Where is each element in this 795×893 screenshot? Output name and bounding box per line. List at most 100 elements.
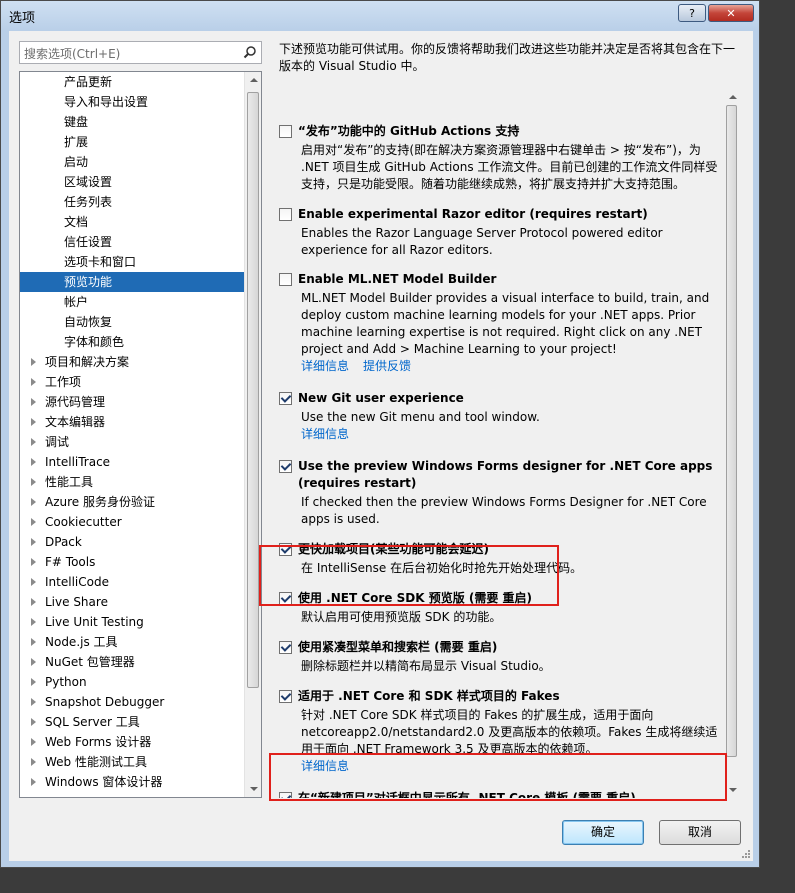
- title-bar[interactable]: 选项 ? ✕: [1, 1, 759, 31]
- scroll-up-icon[interactable]: [729, 95, 737, 99]
- feature-checkbox[interactable]: [279, 641, 292, 654]
- feature-description: Enables the Razor Language Server Protoc…: [301, 226, 663, 257]
- tree-item[interactable]: NuGet 包管理器: [20, 652, 244, 672]
- tree-item[interactable]: DPack: [20, 532, 244, 552]
- expand-arrow-icon[interactable]: [31, 438, 36, 446]
- tree-item[interactable]: SQL Server 工具: [20, 712, 244, 732]
- tree-item[interactable]: 文档: [20, 212, 244, 232]
- scroll-thumb[interactable]: [726, 105, 737, 757]
- expand-arrow-icon[interactable]: [31, 678, 36, 686]
- tree-item[interactable]: 启动: [20, 152, 244, 172]
- tree-item[interactable]: 信任设置: [20, 232, 244, 252]
- scroll-up-icon[interactable]: [250, 78, 258, 82]
- tree-item-label: IntelliCode: [45, 575, 109, 589]
- tree-item[interactable]: 扩展: [20, 132, 244, 152]
- feature-title[interactable]: Enable ML.NET Model Builder: [298, 271, 726, 288]
- tree-item[interactable]: 项目和解决方案: [20, 352, 244, 372]
- expand-arrow-icon[interactable]: [31, 538, 36, 546]
- tree-item-label: DPack: [45, 535, 82, 549]
- feature-checkbox[interactable]: [279, 690, 292, 703]
- feature-checkbox[interactable]: [279, 460, 292, 473]
- tree-item[interactable]: 字体和颜色: [20, 332, 244, 352]
- tree-item[interactable]: IntelliCode: [20, 572, 244, 592]
- expand-arrow-icon[interactable]: [31, 478, 36, 486]
- expand-arrow-icon[interactable]: [31, 458, 36, 466]
- expand-arrow-icon[interactable]: [31, 638, 36, 646]
- expand-arrow-icon[interactable]: [31, 598, 36, 606]
- scroll-down-icon[interactable]: [729, 788, 737, 792]
- feature-checkbox[interactable]: [279, 273, 292, 286]
- ok-button[interactable]: 确定: [562, 820, 644, 845]
- tree-item[interactable]: Cookiecutter: [20, 512, 244, 532]
- expand-arrow-icon[interactable]: [31, 418, 36, 426]
- highlight-box: [259, 545, 559, 606]
- expand-arrow-icon[interactable]: [31, 378, 36, 386]
- expand-arrow-icon[interactable]: [31, 578, 36, 586]
- features-scrollbar[interactable]: [724, 89, 740, 798]
- search-input[interactable]: 搜索选项(Ctrl+E): [19, 41, 262, 64]
- resize-grip-icon[interactable]: [741, 849, 751, 859]
- expand-arrow-icon[interactable]: [31, 718, 36, 726]
- expand-arrow-icon[interactable]: [31, 518, 36, 526]
- tree-scrollbar[interactable]: [244, 72, 261, 797]
- feature-title[interactable]: 适用于 .NET Core 和 SDK 样式项目的 Fakes: [298, 688, 726, 705]
- expand-arrow-icon[interactable]: [31, 358, 36, 366]
- options-tree[interactable]: 产品更新 导入和导出设置 键盘 扩展 启动 区域设置 任务列表 文档 信任设置 选项卡和窗口 预览功…: [19, 71, 262, 798]
- tree-item-label: F# Tools: [45, 555, 96, 569]
- tree-item[interactable]: Node.js 工具: [20, 632, 244, 652]
- feature-checkbox[interactable]: [279, 392, 292, 405]
- tree-item[interactable]: Live Unit Testing: [20, 612, 244, 632]
- tree-item[interactable]: F# Tools: [20, 552, 244, 572]
- tree-list: 产品更新 导入和导出设置 键盘 扩展 启动 区域设置 任务列表 文档 信任设置 选项卡和窗口 预览功…: [20, 72, 244, 792]
- expand-arrow-icon[interactable]: [31, 558, 36, 566]
- tree-item[interactable]: 区域设置: [20, 172, 244, 192]
- tree-item[interactable]: 预览功能: [20, 272, 244, 292]
- expand-arrow-icon[interactable]: [31, 738, 36, 746]
- tree-item[interactable]: 选项卡和窗口: [20, 252, 244, 272]
- tree-item[interactable]: 性能工具: [20, 472, 244, 492]
- tree-item[interactable]: 产品更新: [20, 72, 244, 92]
- tree-item[interactable]: 源代码管理: [20, 392, 244, 412]
- tree-item[interactable]: 帐户: [20, 292, 244, 312]
- scroll-down-icon[interactable]: [250, 787, 258, 791]
- feature-title[interactable]: Use the preview Windows Forms designer f…: [298, 458, 726, 492]
- tree-item[interactable]: 导入和导出设置: [20, 92, 244, 112]
- close-button[interactable]: ✕: [708, 4, 754, 22]
- tree-item[interactable]: 键盘: [20, 112, 244, 132]
- tree-item[interactable]: IntelliTrace: [20, 452, 244, 472]
- tree-item[interactable]: 自动恢复: [20, 312, 244, 332]
- feature-checkbox[interactable]: [279, 208, 292, 221]
- feature-link[interactable]: 详细信息: [301, 359, 349, 373]
- expand-arrow-icon[interactable]: [31, 658, 36, 666]
- tree-item[interactable]: Snapshot Debugger: [20, 692, 244, 712]
- help-button[interactable]: ?: [678, 4, 706, 22]
- feature-title[interactable]: Enable experimental Razor editor (requir…: [298, 206, 726, 223]
- tree-item[interactable]: Azure 服务身份验证: [20, 492, 244, 512]
- tree-item[interactable]: Python: [20, 672, 244, 692]
- feature-link[interactable]: 提供反馈: [363, 359, 411, 373]
- feature-link[interactable]: 详细信息: [301, 427, 349, 441]
- tree-item[interactable]: Web 性能测试工具: [20, 752, 244, 772]
- search-icon[interactable]: [243, 45, 257, 59]
- expand-arrow-icon[interactable]: [31, 498, 36, 506]
- feature-checkbox[interactable]: [279, 125, 292, 138]
- tree-item[interactable]: 文本编辑器: [20, 412, 244, 432]
- feature-title[interactable]: 使用紧凑型菜单和搜索栏 (需要 重启): [298, 639, 726, 656]
- tree-item[interactable]: Web Forms 设计器: [20, 732, 244, 752]
- tree-item[interactable]: 调试: [20, 432, 244, 452]
- cancel-button[interactable]: 取消: [659, 820, 741, 845]
- tree-item[interactable]: Windows 窗体设计器: [20, 772, 244, 792]
- tree-item[interactable]: 工作项: [20, 372, 244, 392]
- expand-arrow-icon[interactable]: [31, 398, 36, 406]
- expand-arrow-icon[interactable]: [31, 618, 36, 626]
- expand-arrow-icon[interactable]: [31, 778, 36, 786]
- expand-arrow-icon[interactable]: [31, 698, 36, 706]
- expand-arrow-icon[interactable]: [31, 758, 36, 766]
- feature-description: ML.NET Model Builder provides a visual i…: [301, 291, 710, 356]
- tree-item[interactable]: Live Share: [20, 592, 244, 612]
- scroll-thumb[interactable]: [247, 92, 259, 688]
- feature-title[interactable]: New Git user experience: [298, 390, 726, 407]
- tree-item[interactable]: 任务列表: [20, 192, 244, 212]
- tree-item-label: 性能工具: [45, 475, 94, 489]
- feature-title[interactable]: “发布”功能中的 GitHub Actions 支持: [298, 123, 726, 140]
